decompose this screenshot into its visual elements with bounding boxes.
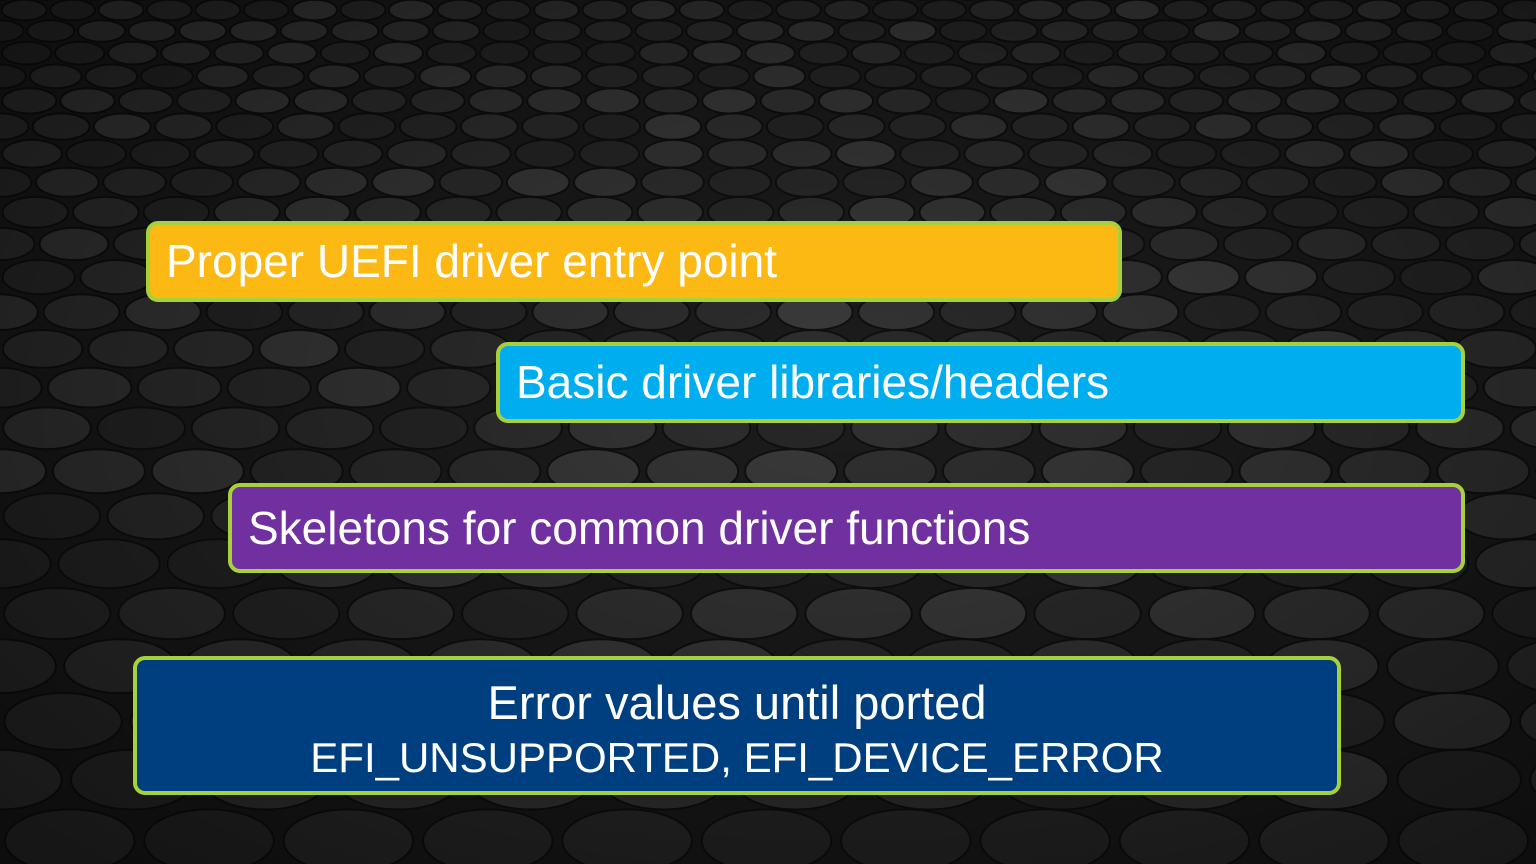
driver-libraries-label: Basic driver libraries/headers: [516, 356, 1110, 408]
driver-libraries-box: Basic driver libraries/headers: [496, 342, 1465, 423]
skeletons-box: Skeletons for common driver functions: [228, 483, 1465, 573]
entry-point-label: Proper UEFI driver entry point: [166, 235, 778, 287]
error-values-list: EFI_UNSUPPORTED, EFI_DEVICE_ERROR: [310, 734, 1164, 781]
entry-point-box: Proper UEFI driver entry point: [146, 221, 1122, 302]
slide: Proper UEFI driver entry point Basic dri…: [0, 0, 1536, 864]
error-values-title: Error values until ported: [487, 676, 987, 729]
skeletons-label: Skeletons for common driver functions: [248, 502, 1031, 554]
error-values-box: Error values until ported EFI_UNSUPPORTE…: [133, 656, 1341, 795]
